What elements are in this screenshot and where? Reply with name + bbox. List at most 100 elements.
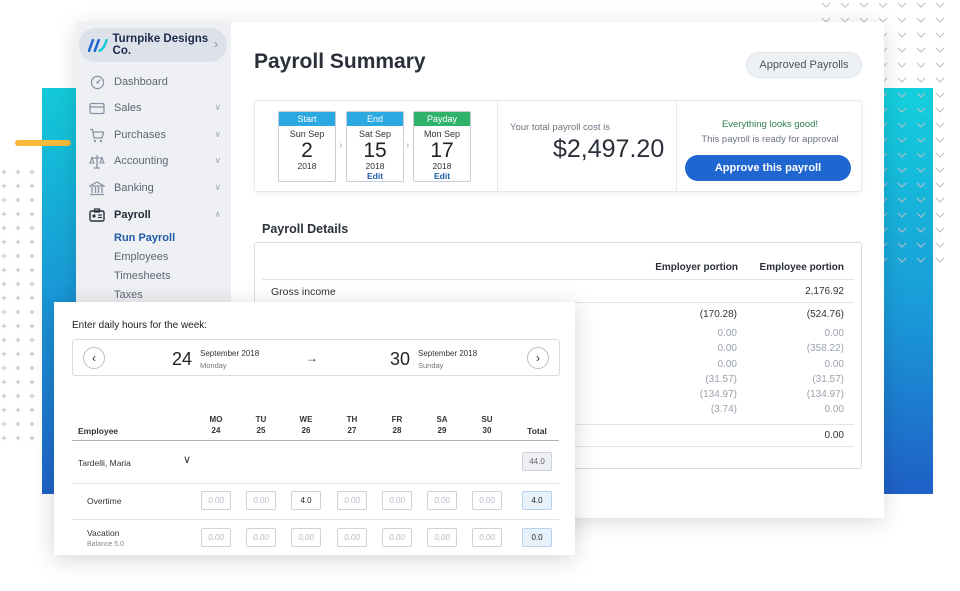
cross-mark — [15, 365, 21, 371]
day-of-week: SA — [436, 415, 448, 424]
cart-icon — [89, 127, 105, 143]
chevron-right-icon: › — [406, 140, 410, 151]
edit-payday-link[interactable]: Edit — [414, 171, 470, 181]
chevron-mark — [935, 152, 945, 158]
hour-input-cell[interactable]: 0.00 — [427, 528, 457, 547]
hour-input-cell[interactable]: 0.00 — [337, 491, 367, 510]
week-start-day: 24 — [172, 349, 193, 369]
previous-week-button[interactable]: ‹ — [83, 347, 105, 369]
sidebar-item-accounting[interactable]: Accounting ∨ — [76, 148, 231, 174]
hour-input-cell[interactable]: 0.00 — [382, 528, 412, 547]
week-end-day: 30 — [390, 349, 411, 369]
cross-mark — [29, 169, 35, 175]
overtime-row-label: Overtime — [87, 496, 122, 506]
sidebar-item-banking[interactable]: Banking ∨ — [76, 175, 231, 201]
bank-icon — [89, 180, 105, 196]
status-ready-text: This payroll is ready for approval — [701, 134, 839, 145]
chevron-down-icon: ∨ — [214, 155, 221, 165]
sidebar-subitem-employees[interactable]: Employees — [114, 251, 168, 263]
sidebar-subitem-timesheets[interactable]: Timesheets — [114, 270, 170, 282]
date-weekday: Mon Sep — [423, 129, 461, 139]
company-name: Turnpike Designs Co. — [112, 33, 209, 57]
day-of-week: TH — [346, 415, 358, 424]
day-header: FR 28 — [377, 414, 417, 436]
sidebar-item-label: Payroll — [114, 209, 151, 221]
cross-mark — [15, 323, 21, 329]
cross-mark — [15, 379, 21, 385]
employer-value: (3.74) — [710, 404, 737, 415]
hour-input-cell[interactable]: 0.00 — [246, 491, 276, 510]
chevron-mark — [935, 227, 945, 233]
employee-name: Tardelli, Maria — [78, 458, 131, 468]
chevron-mark — [916, 212, 926, 218]
company-switcher[interactable]: Turnpike Designs Co. › — [79, 28, 227, 62]
dashboard-icon — [89, 74, 105, 90]
cross-mark — [1, 351, 7, 357]
day-date: 30 — [482, 426, 492, 435]
cross-mark — [29, 281, 35, 287]
chevron-mark — [935, 257, 945, 263]
payroll-icon — [89, 207, 105, 223]
cross-mark — [15, 337, 21, 343]
sidebar-item-payroll[interactable]: Payroll ∧ — [76, 202, 231, 228]
sidebar-item-label: Accounting — [114, 155, 169, 167]
chevron-mark — [916, 227, 926, 233]
divider — [497, 101, 498, 193]
hour-input-cell[interactable]: 0.00 — [472, 528, 502, 547]
chevron-right-icon: › — [214, 37, 218, 51]
day-header: WE 26 — [286, 414, 326, 436]
chevron-mark — [935, 62, 945, 68]
chevron-down-icon: ∨ — [214, 102, 221, 112]
sidebar-subitem-taxes[interactable]: Taxes — [114, 289, 143, 301]
approved-payrolls-button[interactable]: Approved Payrolls — [746, 52, 862, 78]
hour-input-cell[interactable]: 0.00 — [382, 491, 412, 510]
cross-mark — [15, 211, 21, 217]
hour-input-cell[interactable]: 0.00 — [337, 528, 367, 547]
hour-input-cell[interactable]: 4.0 — [291, 491, 321, 510]
chevron-mark — [916, 17, 926, 23]
chevron-mark — [916, 182, 926, 188]
cross-mark — [29, 323, 35, 329]
chevron-down-icon[interactable]: ∨ — [183, 453, 191, 466]
employee-value: (134.97) — [806, 389, 844, 400]
chevron-mark — [840, 2, 850, 8]
chevron-mark — [916, 62, 926, 68]
next-week-button[interactable]: › — [527, 347, 549, 369]
cross-mark — [29, 253, 35, 259]
employer-value: (31.57) — [705, 374, 737, 385]
cross-mark — [15, 393, 21, 399]
chevron-mark — [916, 122, 926, 128]
gross-income-employee-value: 2,176.92 — [805, 286, 844, 297]
chevron-mark — [897, 212, 907, 218]
date-year: 2018 — [432, 161, 452, 171]
chevron-mark — [935, 242, 945, 248]
cross-mark — [1, 379, 7, 385]
date-weekday: Sun Sep — [289, 129, 325, 139]
cross-mark — [15, 435, 21, 441]
vacation-total-cell: 0.0 — [522, 528, 552, 547]
employee-value: (358.22) — [806, 343, 844, 354]
sidebar-item-sales[interactable]: Sales ∨ — [76, 95, 231, 121]
cross-mark — [15, 253, 21, 259]
hour-input-cell[interactable]: 0.00 — [246, 528, 276, 547]
approve-payroll-button[interactable]: Approve this payroll — [685, 155, 851, 181]
total-employee-value: 0.00 — [824, 430, 844, 441]
hour-input-cell[interactable]: 0.00 — [201, 528, 231, 547]
chevron-mark — [935, 182, 945, 188]
hour-input-cell[interactable]: 0.00 — [427, 491, 457, 510]
start-date-box: Start Sun Sep 2 2018 — [278, 111, 336, 182]
cross-mark — [29, 351, 35, 357]
edit-end-date-link[interactable]: Edit — [347, 171, 403, 181]
sidebar-item-dashboard[interactable]: Dashboard — [76, 69, 231, 95]
chevron-mark — [897, 152, 907, 158]
chevron-mark — [897, 227, 907, 233]
hour-input-cell[interactable]: 0.00 — [291, 528, 321, 547]
sidebar-item-purchases[interactable]: Purchases ∨ — [76, 122, 231, 148]
chevron-up-icon: ∧ — [214, 209, 221, 219]
hour-input-cell[interactable]: 0.00 — [472, 491, 502, 510]
day-of-week: SU — [481, 415, 493, 424]
hour-input-cell[interactable]: 0.00 — [201, 491, 231, 510]
chevron-mark — [916, 77, 926, 83]
divider — [72, 519, 559, 520]
sidebar-subitem-run-payroll[interactable]: Run Payroll — [114, 232, 175, 244]
